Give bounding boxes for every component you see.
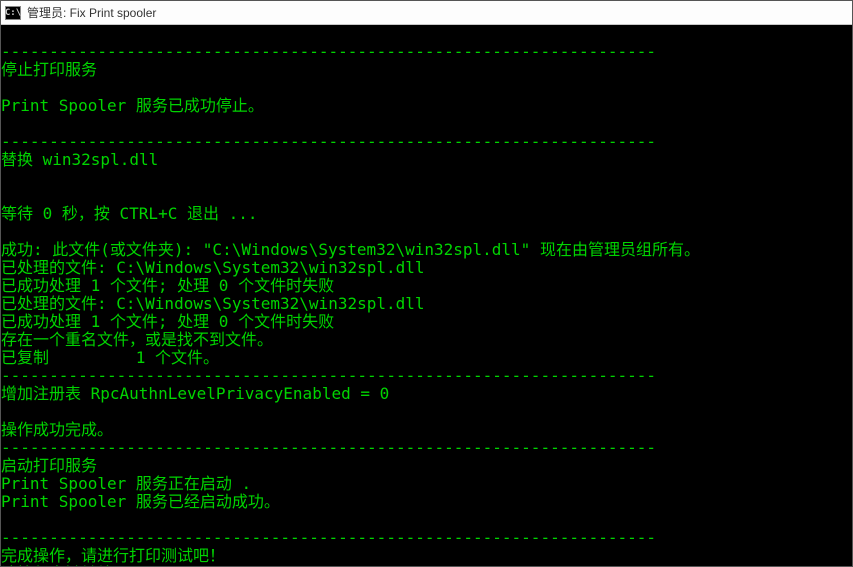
console-line: 已处理的文件: C:\Windows\System32\win32spl.dll [1,295,852,313]
console-line: ----------------------------------------… [1,133,852,151]
console-line: Print Spooler 服务已经启动成功。 [1,493,852,511]
console-area[interactable]: ----------------------------------------… [1,25,852,566]
console-output: ----------------------------------------… [1,25,852,566]
console-line [1,169,852,187]
console-line: ----------------------------------------… [1,439,852,457]
console-line: 已成功处理 1 个文件; 处理 0 个文件时失败 [1,277,852,295]
window-title: 管理员: Fix Print spooler [27,4,156,21]
console-line: 完成操作，请进行打印测试吧！ [1,547,852,565]
console-line: 存在一个重名文件，或是找不到文件。 [1,331,852,349]
console-line: ----------------------------------------… [1,529,852,547]
console-icon: C:\ [5,6,21,20]
console-line: 操作成功完成。 [1,421,852,439]
console-line: 已成功处理 1 个文件; 处理 0 个文件时失败 [1,313,852,331]
title-bar[interactable]: C:\ 管理员: Fix Print spooler [1,1,852,25]
console-line: 增加注册表 RpcAuthnLevelPrivacyEnabled = 0 [1,385,852,403]
console-line: 停止打印服务 [1,61,852,79]
console-line: 启动打印服务 [1,457,852,475]
console-line: 请按任意键继续. . . [1,565,852,566]
console-line: 等待 0 秒，按 CTRL+C 退出 ... [1,205,852,223]
console-line [1,25,852,43]
console-line: 替换 win32spl.dll [1,151,852,169]
console-line: 已处理的文件: C:\Windows\System32\win32spl.dll [1,259,852,277]
console-line [1,223,852,241]
console-line [1,403,852,421]
cmd-window: C:\ 管理员: Fix Print spooler -------------… [0,0,853,567]
console-line: Print Spooler 服务正在启动 . [1,475,852,493]
console-line [1,511,852,529]
console-line [1,115,852,133]
console-line: 成功: 此文件(或文件夹): "C:\Windows\System32\win3… [1,241,852,259]
console-line [1,187,852,205]
console-line: 已复制 1 个文件。 [1,349,852,367]
console-line [1,79,852,97]
console-line: Print Spooler 服务已成功停止。 [1,97,852,115]
console-line: ----------------------------------------… [1,367,852,385]
console-line: ----------------------------------------… [1,43,852,61]
